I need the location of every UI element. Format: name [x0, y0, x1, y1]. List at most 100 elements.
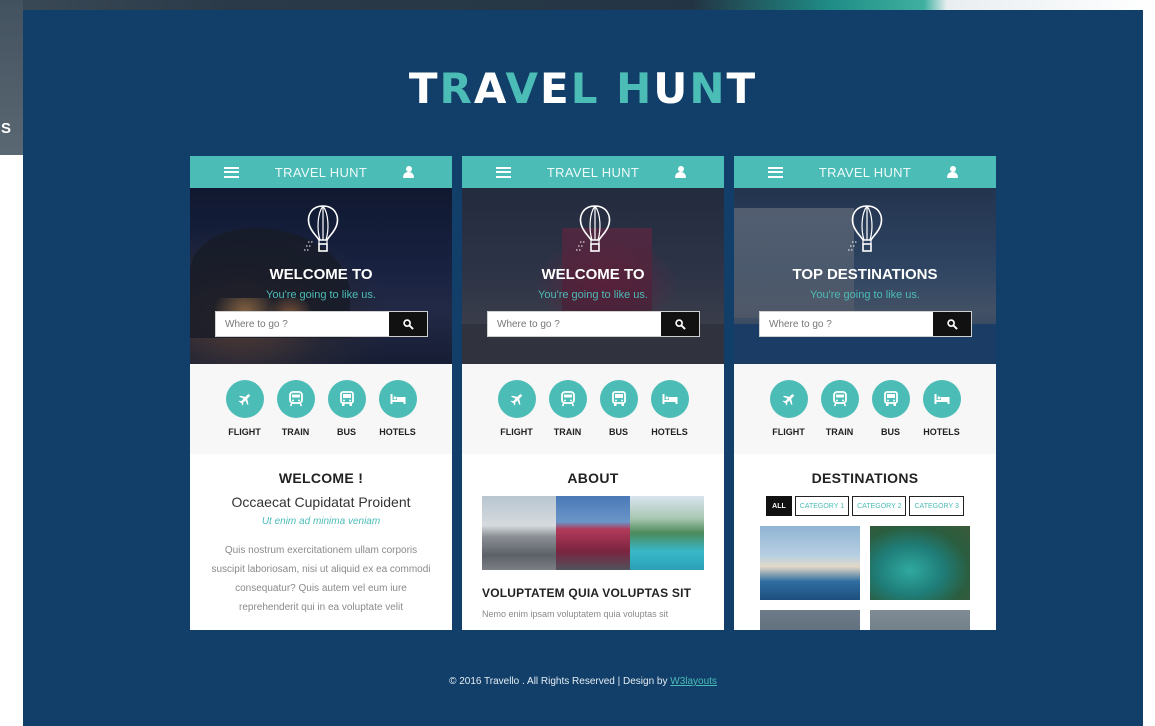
hot-air-balloon-icon: [848, 205, 883, 252]
section-title: WELCOME !: [278, 470, 364, 486]
plane-icon: [509, 393, 522, 406]
destinations-section: DESTINATIONS ALL CATEGORY 1 CATEGORY 2 C…: [734, 454, 996, 630]
mockup-card-about: TRAVEL HUNT WELCOME TO You're going to l…: [462, 156, 724, 630]
app-topbar: TRAVEL HUNT: [734, 156, 996, 188]
site-title-letter: N: [689, 64, 727, 113]
footer: © 2016 Travello . All Rights Reserved | …: [23, 676, 1143, 687]
section-title: ABOUT: [567, 470, 619, 486]
category-tab-3[interactable]: CATEGORY 3: [909, 496, 964, 516]
service-icons: FLIGHT TRAIN BUS HOTELS: [734, 364, 996, 454]
service-icons: FLIGHT TRAIN BUS HOTELS: [462, 364, 724, 454]
hot-air-balloon-icon: [304, 205, 339, 252]
site-title-letter: R: [439, 64, 474, 113]
service-bus[interactable]: BUS: [870, 380, 911, 454]
search-bar: [487, 311, 700, 337]
search-input[interactable]: [760, 312, 933, 336]
bus-photo: [556, 496, 630, 570]
service-label: TRAIN: [825, 427, 854, 437]
category-tab-all[interactable]: ALL: [766, 496, 792, 516]
search-input[interactable]: [216, 312, 389, 336]
service-label: BUS: [336, 427, 356, 437]
service-flight[interactable]: FLIGHT: [768, 380, 809, 454]
user-icon[interactable]: [947, 166, 958, 178]
about-section: ABOUT VOLUPTATEM QUIA VOLUPTAS SIT Nemo …: [462, 454, 724, 619]
service-label: TRAIN: [553, 427, 582, 437]
hero-banner: WELCOME TO You're going to like us.: [462, 188, 724, 364]
service-hotels[interactable]: HOTELS: [377, 380, 418, 454]
welcome-section: WELCOME ! Occaecat Cupidatat Proident Ut…: [190, 454, 452, 617]
hero-subtitle: You're going to like us.: [538, 289, 648, 301]
service-train[interactable]: TRAIN: [547, 380, 588, 454]
service-label: FLIGHT: [228, 427, 261, 437]
train-icon: [560, 391, 575, 407]
search-icon: [674, 318, 686, 330]
about-text: Nemo enim ipsam voluptatem quia voluptas…: [482, 609, 669, 619]
menu-list-icon[interactable]: [496, 166, 511, 178]
bed-icon: [662, 394, 677, 404]
site-title-letter: E: [540, 64, 571, 113]
section-paragraph: Quis nostrum exercitationem ullam corpor…: [211, 545, 431, 613]
site-title-letter: T: [408, 64, 440, 113]
about-gallery: [482, 496, 704, 570]
category-filter: ALL CATEGORY 1 CATEGORY 2 CATEGORY 3: [754, 496, 976, 516]
service-flight[interactable]: FLIGHT: [224, 380, 265, 454]
menu-list-icon[interactable]: [224, 166, 239, 178]
service-train[interactable]: TRAIN: [275, 380, 316, 454]
section-tagline: Ut enim ad minima veniam: [261, 516, 381, 527]
service-flight[interactable]: FLIGHT: [496, 380, 537, 454]
app-topbar: TRAVEL HUNT: [462, 156, 724, 188]
service-hotels[interactable]: HOTELS: [921, 380, 962, 454]
bus-icon: [611, 391, 626, 406]
destination-grid: [754, 526, 976, 630]
service-label: FLIGHT: [500, 427, 533, 437]
search-button[interactable]: [389, 312, 427, 336]
site-title-letter: L: [570, 64, 600, 113]
destination-photo[interactable]: [870, 526, 970, 600]
menu-list-icon[interactable]: [768, 166, 783, 178]
hero-subtitle: You're going to like us.: [810, 289, 920, 301]
mockup-card-destinations: TRAVEL HUNT TOP DESTINATIONS You're goin…: [734, 156, 996, 630]
user-icon[interactable]: [403, 166, 414, 178]
service-label: HOTELS: [923, 427, 960, 437]
about-heading: VOLUPTATEM QUIA VOLUPTAS SIT: [482, 586, 692, 600]
destination-photo[interactable]: [760, 610, 860, 630]
service-label: BUS: [608, 427, 628, 437]
service-bus[interactable]: BUS: [326, 380, 367, 454]
destination-photo[interactable]: [760, 526, 860, 600]
search-button[interactable]: [661, 312, 699, 336]
train-icon: [288, 391, 303, 407]
train-photo: [482, 496, 556, 570]
search-button[interactable]: [933, 312, 971, 336]
app-title: TRAVEL HUNT: [274, 164, 368, 180]
background-partial-text: S: [1, 120, 12, 137]
user-icon[interactable]: [675, 166, 686, 178]
search-input[interactable]: [488, 312, 661, 336]
hero-banner: WELCOME TO You're going to like us.: [190, 188, 452, 364]
site-title-letter: V: [505, 64, 540, 113]
section-title: DESTINATIONS: [811, 470, 919, 486]
service-icons: FLIGHT TRAIN BUS HOTELS: [190, 364, 452, 454]
site-title-letter: U: [653, 64, 690, 113]
plane-icon: [237, 393, 250, 406]
resort-photo: [630, 496, 704, 570]
search-icon: [402, 318, 414, 330]
site-title-letter: H: [616, 64, 654, 113]
mockup-card-welcome: TRAVEL HUNT WELCOME TO You're going to l…: [190, 156, 452, 630]
service-bus[interactable]: BUS: [598, 380, 639, 454]
background-margin: [0, 155, 23, 726]
service-train[interactable]: TRAIN: [819, 380, 860, 454]
train-icon: [832, 391, 847, 407]
service-hotels[interactable]: HOTELS: [649, 380, 690, 454]
service-label: TRAIN: [281, 427, 310, 437]
app-title: TRAVEL HUNT: [546, 164, 640, 180]
app-title: TRAVEL HUNT: [818, 164, 912, 180]
service-label: HOTELS: [379, 427, 416, 437]
search-bar: [215, 311, 428, 337]
designer-link[interactable]: W3layouts: [670, 676, 717, 687]
category-tab-2[interactable]: CATEGORY 2: [852, 496, 907, 516]
bus-icon: [883, 391, 898, 406]
app-topbar: TRAVEL HUNT: [190, 156, 452, 188]
destination-photo[interactable]: [870, 610, 970, 630]
site-title-letter: T: [726, 64, 758, 113]
category-tab-1[interactable]: CATEGORY 1: [794, 496, 850, 516]
